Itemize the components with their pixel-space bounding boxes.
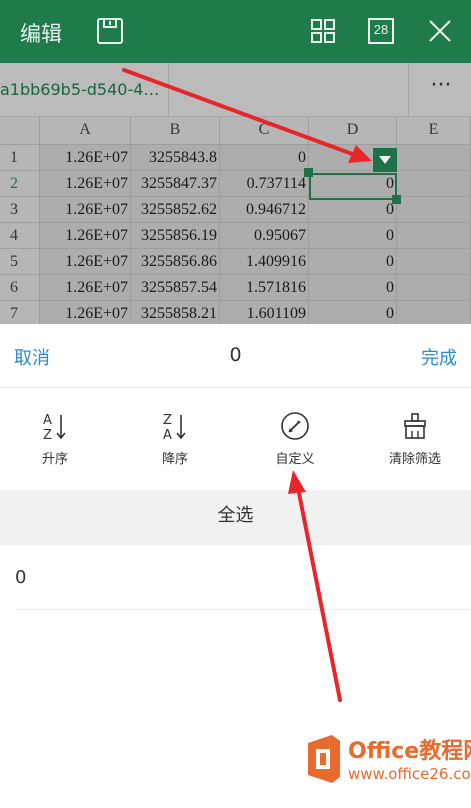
divider <box>168 63 169 117</box>
divider <box>15 609 471 610</box>
watermark-title: Office教程网 <box>348 739 471 764</box>
row-header[interactable]: 7 <box>0 301 40 324</box>
table-cell[interactable]: 0 <box>309 301 397 324</box>
table-cell[interactable]: 1.26E+07 <box>40 145 131 171</box>
column-header-d[interactable]: D <box>309 117 397 145</box>
table-cell[interactable] <box>397 223 471 249</box>
table-cell[interactable]: 1.409916 <box>220 249 309 275</box>
table-cell[interactable] <box>397 249 471 275</box>
list-item[interactable]: 0 <box>0 545 471 609</box>
sort-descending-icon: Z A <box>163 413 186 441</box>
row-header[interactable]: 5 <box>0 249 40 275</box>
divider <box>408 63 409 117</box>
column-header-e[interactable]: E <box>397 117 471 145</box>
edit-button[interactable]: 编辑 <box>20 18 62 48</box>
table-cell[interactable]: 3255857.54 <box>131 275 220 301</box>
row-header[interactable]: 4 <box>0 223 40 249</box>
selected-cell-outline <box>309 173 397 200</box>
triangle-down-icon <box>379 156 391 164</box>
multi-window-button[interactable] <box>307 14 339 48</box>
table-cell[interactable]: 0 <box>309 223 397 249</box>
column-header-a[interactable]: A <box>40 117 131 145</box>
table-cell[interactable] <box>397 275 471 301</box>
table-cell[interactable]: 1.26E+07 <box>40 301 131 324</box>
table-cell[interactable]: 1.601109 <box>220 301 309 324</box>
save-icon <box>97 18 123 44</box>
watermark-url: www.office26.com <box>348 765 471 783</box>
sort-ascending-icon: A Z <box>43 413 66 441</box>
table-cell[interactable]: 1.26E+07 <box>40 223 131 249</box>
table-cell[interactable] <box>397 145 471 171</box>
table-cell[interactable]: 3255856.19 <box>131 223 220 249</box>
page-badge-text: 28 <box>373 22 389 37</box>
table-cell[interactable]: 3255843.8 <box>131 145 220 171</box>
table-cell[interactable]: 0 <box>309 197 397 223</box>
svg-text:A: A <box>163 428 172 441</box>
save-button[interactable] <box>94 14 126 48</box>
sort-ascending-button[interactable]: A Z 升序 <box>0 410 114 470</box>
table-cell[interactable] <box>397 171 471 197</box>
file-tab-bar: a1bb69b5-d540-42… ··· <box>0 63 471 117</box>
table-cell[interactable]: 3255852.62 <box>131 197 220 223</box>
column-header-b[interactable]: B <box>131 117 220 145</box>
cancel-button[interactable]: 取消 <box>14 344 50 370</box>
close-icon <box>429 20 451 42</box>
select-all-option[interactable]: 全选 <box>0 501 471 527</box>
table-cell[interactable]: 0.946712 <box>220 197 309 223</box>
top-app-bar: 编辑 28 <box>0 0 471 63</box>
table-cell[interactable]: 3255847.37 <box>131 171 220 197</box>
filter-current-value: 0 <box>229 344 242 366</box>
table-cell[interactable]: 3255856.86 <box>131 249 220 275</box>
clear-filter-label: 清除筛选 <box>388 452 441 467</box>
more-options-button[interactable]: ··· <box>420 75 462 105</box>
table-cell[interactable]: 1.26E+07 <box>40 171 131 197</box>
sort-descending-label: 降序 <box>161 452 188 467</box>
svg-text:Z: Z <box>43 428 52 441</box>
filter-panel-header: 0 取消 完成 <box>0 324 471 388</box>
table-cell[interactable]: 1.571816 <box>220 275 309 301</box>
selection-handle-top-left[interactable] <box>304 168 313 177</box>
table-cell[interactable]: 3255858.21 <box>131 301 220 324</box>
table-cell[interactable]: 1.26E+07 <box>40 275 131 301</box>
filter-actions: A Z 升序 Z A 降序 自定义 清除筛选 <box>0 388 471 490</box>
table-cell[interactable]: 0 <box>220 145 309 171</box>
grid-icon <box>311 19 335 43</box>
filter-dropdown-button[interactable] <box>373 148 397 172</box>
done-button[interactable]: 完成 <box>421 344 457 370</box>
clear-filter-button[interactable]: 清除筛选 <box>356 410 471 470</box>
list-item-label: 0 <box>15 567 27 588</box>
table-cell[interactable]: 1.26E+07 <box>40 249 131 275</box>
office-logo-icon <box>308 735 340 783</box>
corner-cell[interactable] <box>0 117 40 145</box>
row-header[interactable]: 6 <box>0 275 40 301</box>
watermark: Office教程网 www.office26.com <box>300 727 471 797</box>
table-cell[interactable]: 0 <box>309 275 397 301</box>
custom-filter-label: 自定义 <box>275 452 315 467</box>
row-header[interactable]: 2 <box>0 171 40 197</box>
table-cell[interactable]: 0 <box>309 249 397 275</box>
custom-filter-button[interactable]: 自定义 <box>236 410 354 470</box>
table-cell[interactable]: 0.95067 <box>220 223 309 249</box>
selection-handle-bottom-right[interactable] <box>392 195 401 204</box>
table-cell[interactable] <box>397 197 471 223</box>
close-button[interactable] <box>424 14 456 48</box>
sort-descending-button[interactable]: Z A 降序 <box>116 410 234 470</box>
file-name-tab[interactable]: a1bb69b5-d540-42… <box>0 80 168 99</box>
pencil-icon <box>281 412 309 440</box>
column-header-c[interactable]: C <box>220 117 309 145</box>
sheet-count-button[interactable]: 28 <box>365 14 397 48</box>
spreadsheet-grid[interactable]: A B C D E 1 1.26E+07 3255843.8 0 2 1.26E… <box>0 117 471 324</box>
row-header[interactable]: 1 <box>0 145 40 171</box>
clear-filter-icon <box>404 413 426 439</box>
table-cell[interactable]: 0.737114 <box>220 171 309 197</box>
row-header[interactable]: 3 <box>0 197 40 223</box>
table-cell[interactable]: 1.26E+07 <box>40 197 131 223</box>
sort-ascending-label: 升序 <box>41 452 68 467</box>
table-cell[interactable] <box>397 301 471 324</box>
svg-text:A: A <box>43 413 52 428</box>
svg-text:Z: Z <box>163 413 172 428</box>
